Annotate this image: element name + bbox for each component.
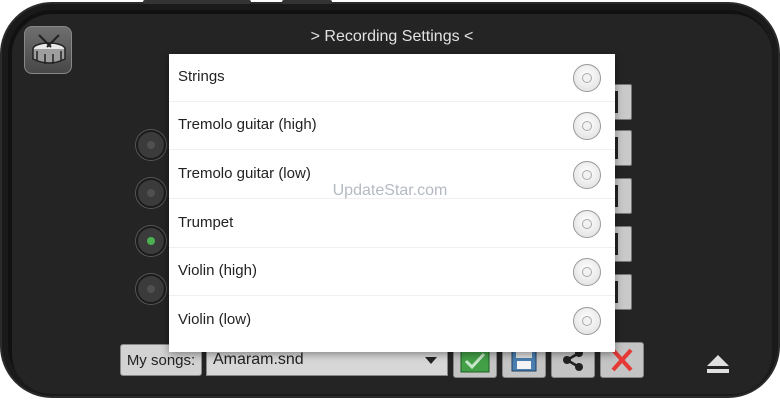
row-radio-2[interactable] bbox=[136, 178, 166, 208]
volume-button bbox=[143, 0, 251, 4]
chevron-down-icon bbox=[425, 357, 437, 364]
option-label: Tremolo guitar (high) bbox=[178, 116, 317, 133]
list-item-option[interactable]: Violin (low) bbox=[169, 297, 615, 345]
instrument-dialog: Strings Tremolo guitar (high) Tremolo gu… bbox=[169, 54, 615, 352]
option-radio[interactable] bbox=[573, 258, 601, 286]
option-label: Violin (high) bbox=[178, 262, 257, 279]
song-select-value: Amaram.snd bbox=[213, 351, 304, 368]
page-title: > Recording Settings < bbox=[310, 28, 474, 45]
row-radio-3[interactable] bbox=[136, 226, 166, 256]
option-label: Tremolo guitar (low) bbox=[178, 165, 311, 182]
power-button bbox=[282, 0, 332, 4]
row-radio-1[interactable] bbox=[136, 130, 166, 160]
eject-icon[interactable] bbox=[706, 354, 730, 374]
app-screen: > Recording Settings < My songs: Amaram.… bbox=[12, 14, 772, 394]
option-label: Trumpet bbox=[178, 214, 234, 231]
list-item-option[interactable]: Tremolo guitar (high) bbox=[169, 102, 615, 150]
drum-icon[interactable] bbox=[24, 26, 72, 74]
list-item-option[interactable]: Tremolo guitar (low) bbox=[169, 151, 615, 199]
option-radio[interactable] bbox=[573, 161, 601, 189]
option-radio[interactable] bbox=[573, 112, 601, 140]
option-label: Violin (low) bbox=[178, 311, 252, 328]
list-item-option[interactable]: Violin (high) bbox=[169, 248, 615, 296]
option-radio[interactable] bbox=[573, 210, 601, 238]
list-item-option[interactable]: Strings bbox=[169, 54, 615, 102]
option-radio[interactable] bbox=[573, 64, 601, 92]
row-radio-4[interactable] bbox=[136, 274, 166, 304]
option-label: Strings bbox=[178, 68, 225, 85]
option-radio[interactable] bbox=[573, 307, 601, 335]
list-item-option[interactable]: Trumpet bbox=[169, 200, 615, 248]
phone-frame: > Recording Settings < My songs: Amaram.… bbox=[0, 2, 780, 398]
